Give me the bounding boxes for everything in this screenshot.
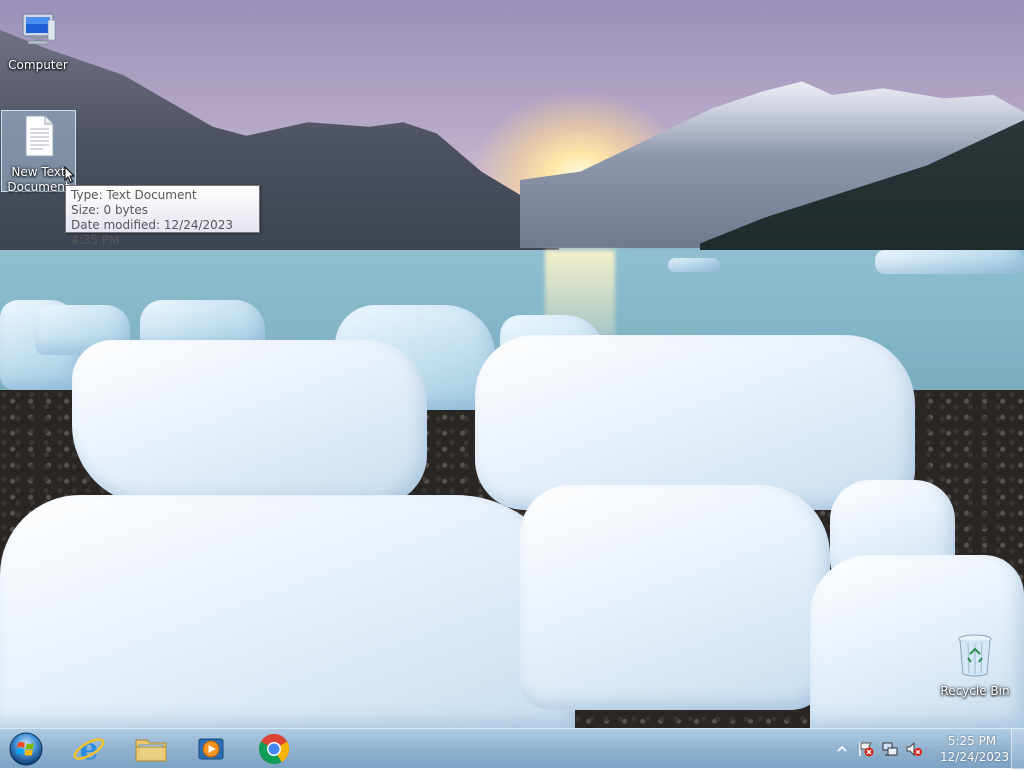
wallpaper-ice <box>0 495 575 728</box>
taskbar-internet-explorer[interactable]: e <box>64 731 114 767</box>
clock-date: 12/24/2023 <box>940 750 1010 764</box>
clock-time: 5:25 PM <box>947 734 997 748</box>
tooltip-type: Type: Text Document <box>71 188 197 202</box>
desktop-icon-label: Recycle Bin <box>940 684 1010 698</box>
windows-start-icon <box>9 732 43 766</box>
taskbar-chrome[interactable] <box>249 731 299 767</box>
action-center-flag-icon[interactable] <box>857 740 875 758</box>
windows-explorer-icon <box>135 739 167 762</box>
recycle-bin-icon <box>937 632 1013 682</box>
desktop-icon-label: Computer <box>8 58 68 72</box>
desktop-icon-label: New Text Document <box>7 165 70 194</box>
show-desktop-button[interactable] <box>1011 729 1024 769</box>
taskbar-media-player[interactable] <box>186 731 236 767</box>
taskbar-windows-explorer[interactable] <box>126 731 176 767</box>
computer-icon <box>0 10 76 56</box>
volume-muted-icon[interactable] <box>905 740 923 758</box>
tooltip-date-modified: Date modified: 12/24/2023 4:35 PM <box>71 218 234 247</box>
wallpaper-ice <box>520 485 830 710</box>
mouse-cursor-icon <box>64 166 76 184</box>
wallpaper-ice <box>72 340 427 505</box>
internet-explorer-icon: e <box>73 732 105 766</box>
wallpaper-ice <box>875 250 1024 274</box>
taskbar: e 5:25 PM 12/24/2023 <box>0 728 1024 769</box>
show-hidden-icons-chevron[interactable] <box>833 740 851 758</box>
taskbar-clock[interactable]: 5:25 PM 12/24/2023 <box>940 733 1010 765</box>
wallpaper-ice <box>668 258 720 272</box>
text-document-icon <box>2 113 75 163</box>
media-player-icon <box>198 738 224 760</box>
tooltip-size: Size: 0 bytes <box>71 203 148 217</box>
start-button[interactable] <box>7 732 45 766</box>
desktop-icon-computer[interactable]: Computer <box>0 8 76 74</box>
desktop-icon-recycle-bin[interactable]: Recycle Bin <box>937 630 1013 700</box>
system-tray: 5:25 PM 12/24/2023 <box>830 729 1010 769</box>
svg-text:e: e <box>79 732 98 766</box>
network-icon[interactable] <box>881 740 899 758</box>
file-info-tooltip: Type: Text Document Size: 0 bytes Date m… <box>65 185 260 247</box>
desktop[interactable]: Computer New Text Document Type: Text Do… <box>0 0 1024 728</box>
wallpaper-ice <box>475 335 915 510</box>
chrome-icon <box>258 733 290 765</box>
